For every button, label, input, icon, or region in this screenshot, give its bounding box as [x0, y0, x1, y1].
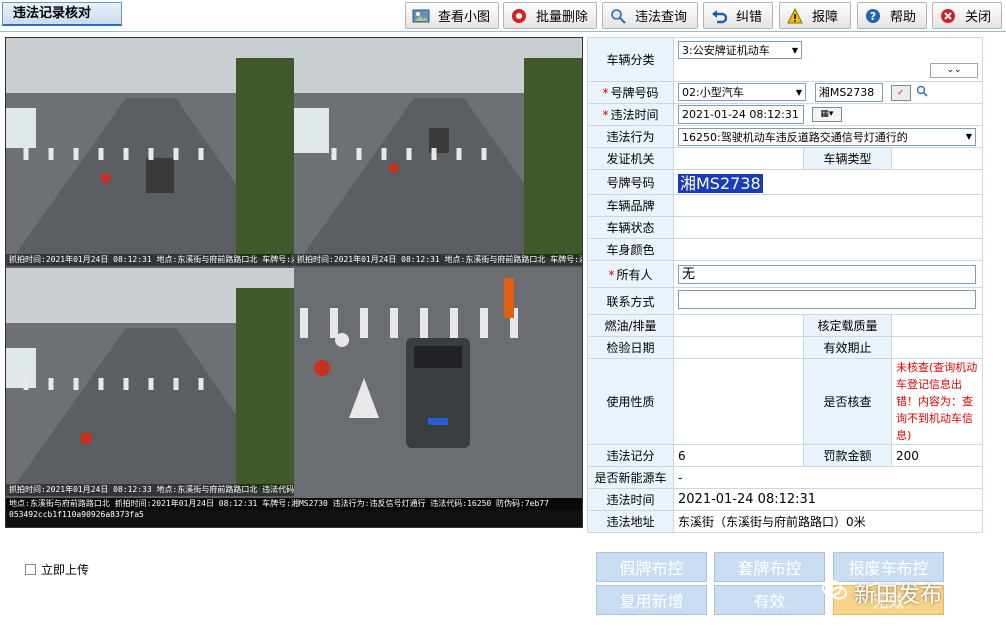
- photo-caption-2: 抓拍时间:2021年01月24日 08:12:31 地点:东溪街与府前路路口北 …: [294, 254, 582, 266]
- points-label: 违法记分: [587, 444, 674, 467]
- photo-caption-5: 053492ccb1f110a90926a8373fa5: [9, 510, 144, 519]
- violation-behavior-label: 违法行为: [587, 125, 674, 148]
- close-button[interactable]: 关闭: [932, 2, 1002, 29]
- violation-address-value: 东溪街（东溪街与府前路路口）0米: [673, 510, 983, 533]
- batch-delete-button[interactable]: 批量删除: [503, 2, 597, 29]
- brand-value: [673, 194, 983, 217]
- usage-label: 使用性质: [587, 358, 674, 445]
- plate-number-input[interactable]: 湘MS2738: [814, 83, 883, 102]
- close-icon: [939, 7, 957, 25]
- required-mark: *: [608, 267, 615, 282]
- vehicle-closeup-image: [294, 268, 582, 498]
- upload-now-option[interactable]: 立即上传: [25, 561, 89, 578]
- check-status-message: 未核查(查询机动车登记信息出错！内容为：查询不到机动车信息): [896, 361, 978, 442]
- contact-label: 联系方式: [587, 287, 674, 315]
- owner-input[interactable]: 无: [678, 264, 976, 284]
- checked-label: 是否核查: [803, 358, 892, 445]
- new-energy-value: -: [673, 466, 983, 489]
- expand-button[interactable]: ⌄⌄: [930, 63, 978, 78]
- toolbar: 违法记录核对 查看小图 批量删除 违法查询 纠错 报障 ? 帮助 关闭: [0, 0, 1006, 32]
- undo-icon: [710, 7, 728, 25]
- double-chevron-down-icon: ⌄⌄: [946, 65, 962, 75]
- violation-time-input[interactable]: 2021-01-24 08:12:31: [678, 105, 804, 124]
- issuer-label: 发证机关: [587, 147, 674, 170]
- photo-frame-2: [294, 38, 582, 268]
- vehicle-status-label: 车辆状态: [587, 216, 674, 239]
- body-color-value: [673, 238, 983, 261]
- fuel-label: 燃油/排量: [587, 314, 674, 337]
- watermark: 新田发布: [822, 577, 942, 609]
- valid-button[interactable]: 有效: [714, 585, 825, 615]
- correct-button[interactable]: 纠错: [703, 2, 773, 29]
- plate-lookup-icon[interactable]: ✓: [890, 84, 911, 101]
- owner-label: 所有人: [616, 267, 653, 282]
- street-scene-image: [294, 38, 582, 268]
- upload-now-checkbox[interactable]: [25, 564, 36, 575]
- body-color-label: 车身颜色: [587, 238, 674, 261]
- valid-until-value: [891, 336, 983, 359]
- vehicle-status-value: [673, 216, 983, 239]
- vehicle-type-value: [891, 147, 983, 170]
- search-icon: [609, 7, 627, 25]
- valid-until-label: 有效期止: [803, 336, 892, 359]
- vehicle-class-select[interactable]: 3:公安牌证机动车 ▼: [678, 41, 802, 59]
- help-button[interactable]: ? 帮助: [857, 2, 927, 29]
- violation-time-2-label: 违法时间: [587, 488, 674, 511]
- wechat-icon: [822, 579, 848, 607]
- fine-value: 200: [891, 444, 983, 467]
- warning-icon: [786, 7, 804, 25]
- chevron-down-icon: ▼: [965, 132, 972, 141]
- photo-caption-3: 抓拍时间:2021年01月24日 08:12:33 地点:东溪街与府前路路口北 …: [6, 484, 294, 496]
- calendar-icon[interactable]: ▦▾: [811, 107, 842, 122]
- violation-time-2-value: 2021-01-24 08:12:31: [673, 488, 983, 511]
- fuel-value: [673, 314, 804, 337]
- inspection-date-value: [673, 336, 804, 359]
- stop-icon: [510, 7, 528, 25]
- reuse-add-button[interactable]: 复用新增: [596, 585, 707, 615]
- search-icon[interactable]: [916, 85, 929, 100]
- chevron-down-icon: ▼: [795, 87, 802, 97]
- fine-label: 罚款金额: [803, 444, 892, 467]
- upload-now-label: 立即上传: [41, 563, 90, 577]
- violation-behavior-select[interactable]: 16250:驾驶机动车违反道路交通信号灯通行的 ▼: [678, 127, 976, 146]
- plate-type-select[interactable]: 02:小型汽车 ▼: [678, 83, 806, 101]
- vehicle-type-label: 车辆类型: [803, 147, 892, 170]
- violation-detail-form: 车辆分类 3:公安牌证机动车 ▼ ⌄⌄ * 号牌号码 02:小型汽车 ▼ 湘MS273…: [587, 37, 983, 533]
- vehicle-class-label: 车辆分类: [587, 37, 674, 82]
- view-thumbnail-button[interactable]: 查看小图: [405, 2, 499, 29]
- violation-query-button[interactable]: 违法查询: [602, 2, 698, 29]
- inspection-date-label: 检验日期: [587, 336, 674, 359]
- new-energy-label: 是否新能源车: [587, 466, 674, 489]
- violation-address-label: 违法地址: [587, 510, 674, 533]
- street-scene-image: [6, 38, 294, 268]
- issuer-value: [673, 147, 804, 170]
- photo-frame-1: [6, 38, 294, 268]
- photo-frame-closeup: [294, 268, 582, 498]
- required-mark: *: [602, 86, 609, 100]
- load-capacity-value: [891, 314, 983, 337]
- contact-input[interactable]: [678, 290, 976, 309]
- watermark-text: 新田发布: [854, 583, 943, 608]
- report-fault-button[interactable]: 报障: [779, 2, 851, 29]
- help-icon: ?: [864, 7, 882, 25]
- plate-label: 号牌号码: [610, 86, 659, 100]
- violation-time-label: 违法时间: [610, 108, 659, 122]
- chevron-down-icon: ▼: [791, 45, 798, 55]
- photo-caption-1: 抓拍时间:2021年01月24日 08:12:31 地点:东溪街与府前路路口北 …: [6, 254, 294, 266]
- required-mark: *: [602, 108, 609, 122]
- plate-no-label: 号牌号码: [587, 169, 674, 195]
- plate-no-value: 湘MS2738: [678, 174, 763, 193]
- usage-value: [673, 358, 804, 445]
- load-capacity-label: 核定载质量: [803, 314, 892, 337]
- fake-plate-control-button[interactable]: 假牌布控: [596, 552, 707, 582]
- violation-photo[interactable]: 抓拍时间:2021年01月24日 08:12:31 地点:东溪街与府前路路口北 …: [5, 37, 583, 528]
- image-icon: [412, 7, 430, 25]
- clone-plate-control-button[interactable]: 套牌布控: [714, 552, 825, 582]
- svg-text:?: ?: [870, 10, 876, 23]
- points-value: 6: [673, 444, 804, 467]
- street-scene-image: [6, 268, 294, 498]
- photo-frame-3: [6, 268, 294, 498]
- brand-label: 车辆品牌: [587, 194, 674, 217]
- page-title-tab[interactable]: 违法记录核对: [2, 2, 122, 26]
